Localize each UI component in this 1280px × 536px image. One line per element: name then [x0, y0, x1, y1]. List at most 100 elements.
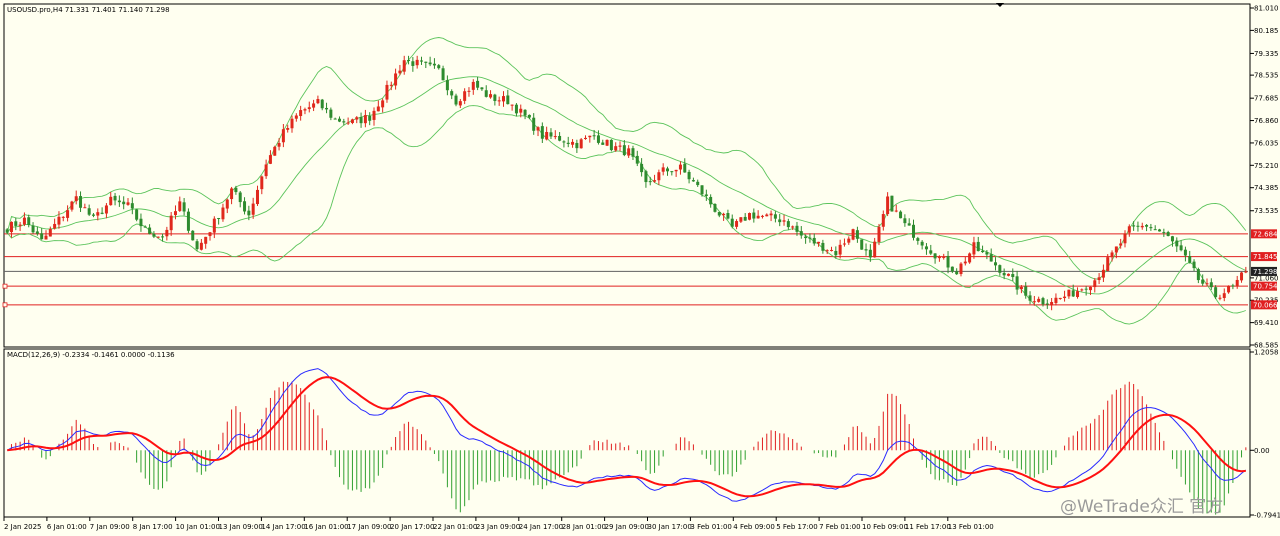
- candle-body: [1145, 224, 1149, 227]
- candle-body: [622, 145, 626, 156]
- candle-body: [1196, 269, 1200, 281]
- candle-body: [514, 104, 518, 114]
- candle-body: [1041, 298, 1045, 305]
- candle-body: [130, 203, 134, 209]
- candle-body: [1037, 298, 1041, 302]
- time-tick-label: 8 Jan 17:00: [133, 523, 173, 531]
- candle-body: [1084, 288, 1088, 290]
- candle-body: [592, 135, 596, 137]
- candle-body: [540, 126, 544, 139]
- candle-body: [817, 241, 821, 244]
- candle-body: [519, 108, 523, 113]
- candle-body: [717, 212, 721, 216]
- candle-body: [389, 84, 393, 86]
- candle-body: [868, 249, 872, 258]
- candle-body: [661, 167, 665, 172]
- candle-body: [480, 87, 484, 90]
- candle-body: [458, 101, 462, 106]
- candle-body: [1149, 227, 1153, 229]
- candle-body: [432, 63, 436, 66]
- chart-canvas[interactable]: 81.010 80.185 79.335 78.535 77.685 76.860 76.0…: [0, 0, 1280, 536]
- time-tick-label: 23 Jan 09:00: [476, 523, 520, 531]
- candle-body: [294, 115, 298, 119]
- candle-body: [687, 171, 691, 180]
- candle-body: [1011, 274, 1015, 278]
- candle-body: [566, 142, 570, 144]
- candle-body: [1132, 225, 1136, 227]
- candle-body: [950, 266, 954, 272]
- candle-body: [635, 155, 639, 164]
- candle-body: [411, 61, 415, 66]
- candle-body: [316, 99, 320, 104]
- candle-body: [1136, 225, 1140, 227]
- candle-body: [273, 146, 277, 156]
- candle-body: [1063, 296, 1067, 299]
- candle-body: [804, 236, 808, 239]
- candle-body: [756, 215, 760, 219]
- macd-tick-label: 0.00: [1254, 447, 1270, 455]
- candle-body: [981, 250, 985, 253]
- candle-body: [704, 194, 708, 196]
- candle-body: [653, 180, 657, 182]
- candle-body: [670, 171, 674, 173]
- candle-body: [225, 199, 229, 209]
- candle-body: [1058, 297, 1062, 299]
- candle-body: [1170, 236, 1174, 242]
- candle-body: [1088, 286, 1092, 291]
- candle-body: [1158, 229, 1162, 232]
- candle-body: [1205, 283, 1209, 285]
- candle-body: [148, 227, 152, 234]
- candle-body: [683, 163, 687, 173]
- candle-body: [506, 95, 510, 105]
- candle-body: [66, 210, 70, 218]
- candle-body: [9, 221, 13, 233]
- candle-body: [674, 169, 678, 172]
- candle-body: [445, 80, 449, 91]
- candle-body: [709, 196, 713, 205]
- candle-body: [333, 118, 337, 120]
- candle-body: [467, 90, 471, 92]
- candle-body: [881, 214, 885, 227]
- candle-body: [886, 196, 890, 215]
- candle-body: [299, 110, 303, 117]
- candle-body: [994, 262, 998, 266]
- candle-body: [1050, 301, 1054, 306]
- candle-body: [268, 155, 272, 164]
- candle-body: [700, 185, 704, 195]
- candle-body: [1166, 232, 1170, 237]
- candle-body: [1114, 246, 1118, 253]
- time-tick-label: 24 Jan 17:00: [519, 523, 563, 531]
- candle-body: [1028, 295, 1032, 301]
- candle-body: [230, 188, 234, 200]
- time-tick-label: 13 Feb 01:00: [948, 523, 994, 531]
- candle-body: [929, 250, 933, 254]
- candle-body: [985, 252, 989, 255]
- candle-body: [678, 164, 682, 170]
- price-axis: 81.010 80.185 79.335 78.535 77.685 76.860 76.0…: [1250, 5, 1280, 520]
- candle-body: [864, 249, 868, 251]
- candle-body: [109, 196, 113, 206]
- candle-body: [890, 195, 894, 212]
- candle-body: [571, 141, 575, 145]
- candle-body: [562, 141, 566, 143]
- candle-body: [1024, 286, 1028, 296]
- candle-body: [368, 115, 372, 121]
- price-tick-label: 76.860: [1254, 117, 1279, 125]
- candle-body: [1067, 289, 1071, 297]
- candle-body: [208, 232, 212, 237]
- candle-body: [834, 250, 838, 256]
- candle-body: [251, 203, 255, 215]
- candle-body: [385, 84, 389, 100]
- candle-body: [165, 229, 169, 237]
- time-tick-label: 5 Feb 17:00: [776, 523, 817, 531]
- candle-body: [955, 271, 959, 275]
- candle-body: [234, 187, 238, 193]
- candle-body: [342, 121, 346, 123]
- candle-body: [199, 242, 203, 250]
- candle-body: [476, 80, 480, 88]
- candle-body: [381, 100, 385, 108]
- candle-body: [1093, 280, 1097, 288]
- candle-body: [40, 233, 44, 240]
- candle-body: [968, 253, 972, 263]
- candle-body: [161, 236, 165, 238]
